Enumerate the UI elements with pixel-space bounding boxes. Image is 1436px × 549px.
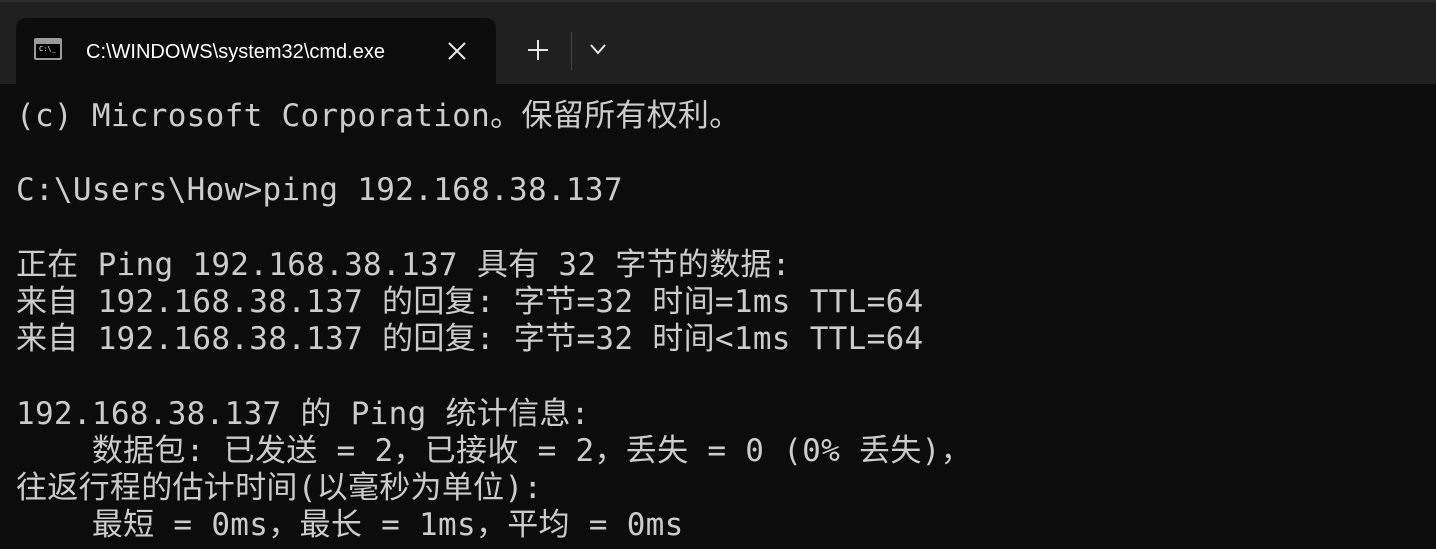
tab-separator	[571, 32, 572, 70]
console-line: (c) Microsoft Corporation。保留所有权利。	[16, 98, 741, 134]
console-line: 数据包: 已发送 = 2，已接收 = 2，丢失 = 0 (0% 丢失)，	[16, 432, 972, 469]
terminal-window: C:\_ C:\WINDOWS\system32\cmd.exe (c) Mic…	[0, 0, 1436, 549]
terminal-icon-prompt: C:\_	[39, 45, 56, 53]
close-tab-button[interactable]	[440, 34, 474, 68]
tab-title-fade	[408, 38, 434, 66]
console-line: 最短 = 0ms，最长 = 1ms，平均 = 0ms	[16, 507, 684, 544]
console-line: 正在 Ping 192.168.38.137 具有 32 字节的数据:	[16, 246, 791, 283]
profile-dropdown-button[interactable]	[580, 30, 616, 70]
title-bar-border	[0, 0, 1436, 2]
title-bar[interactable]: C:\_ C:\WINDOWS\system32\cmd.exe	[0, 0, 1436, 84]
console-line: C:\Users\How>ping 192.168.38.137	[16, 172, 623, 209]
tab-cmd[interactable]: C:\_ C:\WINDOWS\system32\cmd.exe	[16, 18, 496, 84]
console-line: 往返行程的估计时间(以毫秒为单位):	[16, 469, 543, 506]
console-line: 192.168.38.137 的 Ping 统计信息:	[16, 395, 590, 432]
tab-title: C:\WINDOWS\system32\cmd.exe	[86, 41, 385, 63]
terminal-icon: C:\_	[34, 38, 62, 60]
close-icon	[448, 42, 466, 60]
console-line: 来自 192.168.38.137 的回复: 字节=32 时间=1ms TTL=…	[16, 283, 924, 320]
new-tab-button[interactable]	[514, 30, 562, 70]
plus-icon	[528, 40, 548, 60]
chevron-down-icon	[590, 44, 606, 55]
console-output[interactable]: (c) Microsoft Corporation。保留所有权利。 C:\Use…	[16, 98, 1420, 549]
console-line: 来自 192.168.38.137 的回复: 字节=32 时间<1ms TTL=…	[16, 321, 924, 358]
